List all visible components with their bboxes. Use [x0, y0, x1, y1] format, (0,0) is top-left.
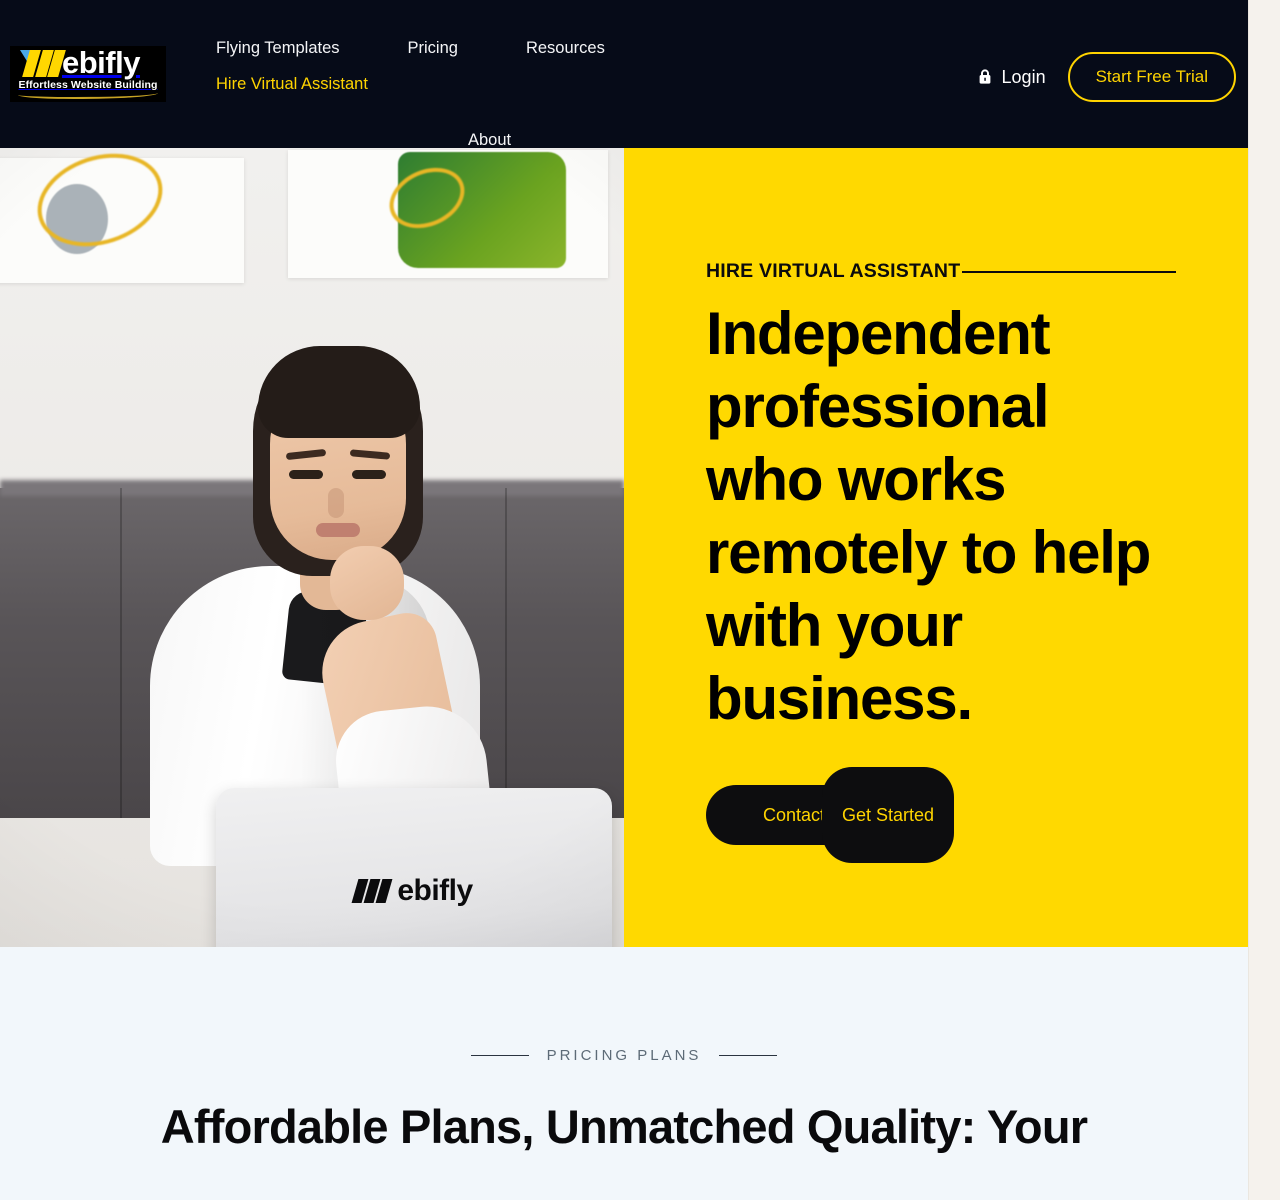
webifly-w-logo-icon: [20, 48, 66, 78]
hero-section: ebifly HIRE VIRTUAL ASSISTANT Independen…: [0, 148, 1248, 947]
pricing-kicker-row: PRICING PLANS: [0, 1047, 1248, 1064]
brand-logo-row: ebifly: [10, 46, 166, 80]
nav-item-hire-virtual-assistant[interactable]: Hire Virtual Assistant: [216, 66, 368, 102]
hero-headline: Independent professional who works remot…: [706, 300, 1151, 732]
page-root: ebifly Effortless Website Building Flyin…: [0, 0, 1280, 1200]
get-started-button[interactable]: Get Started: [822, 767, 954, 863]
start-free-trial-button[interactable]: Start Free Trial: [1067, 52, 1236, 102]
kicker-rule-left: [470, 1054, 529, 1057]
pricing-title: Affordable Plans, Unmatched Quality: You…: [160, 1100, 1088, 1153]
site-header: ebifly Effortless Website Building Flyin…: [0, 0, 1248, 149]
kicker-rule-right: [719, 1054, 778, 1057]
brand-word-mark: ebifly: [62, 46, 140, 80]
hero-copy-panel: HIRE VIRTUAL ASSISTANT Independent profe…: [624, 148, 1248, 947]
browser-viewport: ebifly Effortless Website Building Flyin…: [0, 0, 1248, 1200]
pricing-kicker: PRICING PLANS: [546, 1047, 702, 1064]
vertical-scrollbar[interactable]: [1248, 0, 1280, 1200]
brand-swoosh-decoration: [18, 89, 158, 99]
login-link[interactable]: Login: [978, 67, 1046, 88]
brand-logo[interactable]: ebifly Effortless Website Building: [10, 46, 166, 102]
nav-item-flying-templates[interactable]: Flying Templates: [216, 30, 340, 66]
pricing-section: PRICING PLANS Affordable Plans, Unmatche…: [0, 947, 1248, 1156]
hero-button-group: Contact Get Started: [706, 767, 1176, 877]
lock-icon: [978, 69, 992, 85]
hero-eyebrow-row: HIRE VIRTUAL ASSISTANT: [706, 260, 1176, 283]
header-actions: Login Start Free Trial: [978, 52, 1236, 102]
hero-eyebrow: HIRE VIRTUAL ASSISTANT: [706, 260, 961, 282]
hero-image: ebifly: [0, 148, 624, 947]
nav-item-pricing[interactable]: Pricing: [408, 30, 458, 66]
nav-item-resources[interactable]: Resources: [526, 30, 605, 66]
primary-nav: Flying Templates Pricing Resources Hire …: [216, 30, 856, 158]
login-label: Login: [1001, 66, 1046, 87]
hero-eyebrow-rule: [962, 270, 1176, 273]
photo-vignette: [0, 148, 624, 947]
